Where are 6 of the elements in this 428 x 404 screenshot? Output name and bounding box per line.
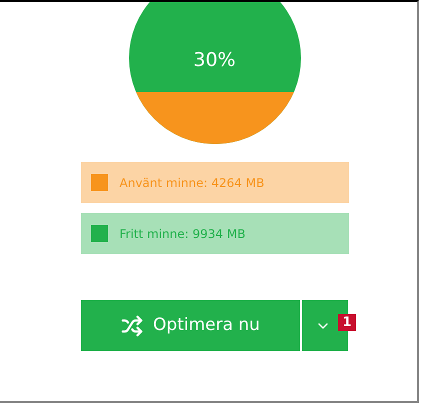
legend-label: Fritt minne: 9934 MB bbox=[120, 226, 246, 242]
callout-badge: 1 bbox=[338, 314, 356, 331]
optimize-button[interactable]: Optimera nu bbox=[81, 300, 300, 351]
legend-label: Använt minne: 4264 MB bbox=[120, 174, 264, 192]
percent-label: 30% bbox=[192, 48, 237, 73]
shuffle-icon bbox=[121, 314, 144, 336]
